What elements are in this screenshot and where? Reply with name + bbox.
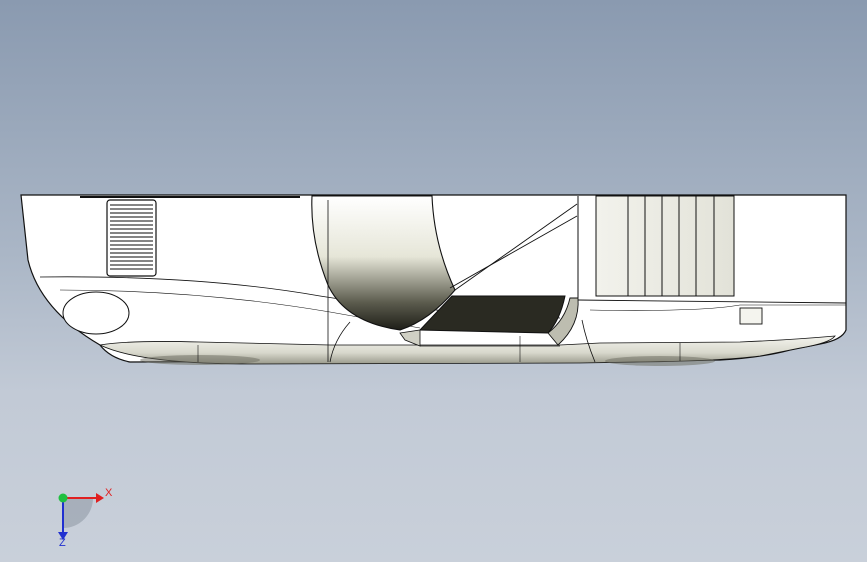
x-axis-head [96,493,104,503]
car-model-side-view[interactable] [0,0,867,562]
z-axis-label: Z [59,537,66,548]
x-axis-label: X [105,487,113,499]
headlight [62,291,130,335]
graphics-viewport[interactable]: X Z [0,0,867,562]
triad-quarter-disc [63,498,93,528]
y-axis-dot [58,493,68,503]
rear-wheel-shadow [605,356,715,366]
tail-light-box [739,307,763,325]
coordinate-triad: X Z [58,487,113,548]
rear-deck-panel [595,195,735,297]
front-wheel-shadow [140,355,260,365]
